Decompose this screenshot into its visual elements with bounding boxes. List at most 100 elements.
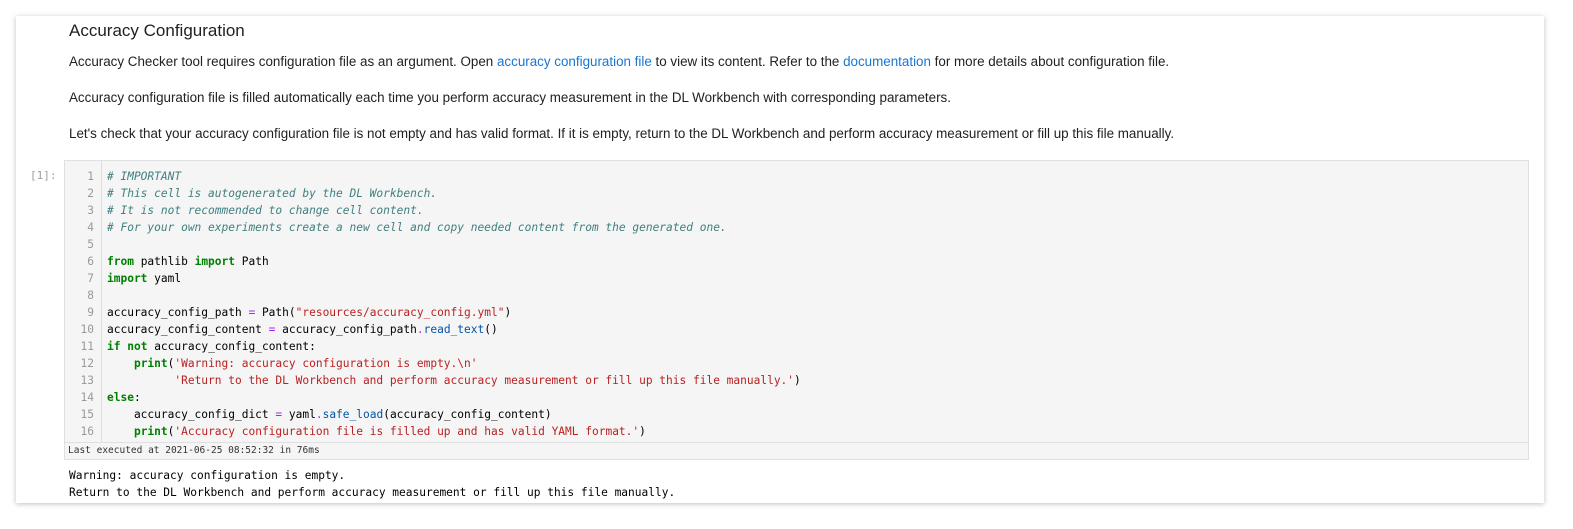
line-number: 5 bbox=[87, 238, 94, 251]
output-line: Warning: accuracy configuration is empty… bbox=[69, 469, 346, 482]
code-text: # IMPORTANT bbox=[107, 168, 181, 185]
code-line[interactable]: 12 print('Warning: accuracy configuratio… bbox=[65, 355, 1528, 372]
code-line[interactable]: 7 import yaml bbox=[65, 270, 1528, 287]
code-line[interactable]: 6 from pathlib import Path bbox=[65, 253, 1528, 270]
line-number: 10 bbox=[80, 323, 94, 336]
notebook-panel: Accuracy Configuration Accuracy Checker … bbox=[16, 16, 1544, 503]
code-token: import bbox=[194, 255, 235, 268]
code-token: # It is not recommended to change cell c… bbox=[107, 204, 424, 217]
line-number: 15 bbox=[80, 408, 94, 421]
code-token: 'Accuracy configuration file is filled u… bbox=[174, 425, 640, 438]
code-line[interactable]: 16 print('Accuracy configuration file is… bbox=[65, 423, 1528, 440]
code-token: # This cell is autogenerated by the DL W… bbox=[107, 187, 438, 200]
para-text: for more details about configuration fil… bbox=[930, 54, 1170, 69]
code-line[interactable]: 4 # For your own experiments create a new… bbox=[65, 219, 1528, 236]
code-token: # For your own experiments create a new … bbox=[107, 221, 727, 234]
line-number: 16 bbox=[80, 425, 94, 438]
code-token: ) bbox=[504, 306, 512, 319]
line-number: 9 bbox=[87, 306, 94, 319]
code-text: 'Return to the DL Workbench and perform … bbox=[107, 372, 801, 389]
accuracy-config-file-link[interactable]: accuracy configuration file bbox=[497, 54, 652, 69]
line-number: 12 bbox=[80, 357, 94, 370]
section-heading: Accuracy Configuration bbox=[69, 21, 245, 40]
code-text: accuracy_config_content = accuracy_confi… bbox=[107, 321, 498, 338]
code-line[interactable]: 10 accuracy_config_content = accuracy_con… bbox=[65, 321, 1528, 338]
code-text: # It is not recommended to change cell c… bbox=[107, 202, 424, 219]
markdown-paragraph-check: Let's check that your accuracy configura… bbox=[69, 126, 1175, 141]
cell-output: Warning: accuracy configuration is empty… bbox=[69, 467, 675, 501]
code-token: accuracy_config_dict bbox=[107, 408, 276, 421]
code-editor[interactable]: 1 # IMPORTANT 2 # This cell is autogenerate… bbox=[64, 160, 1529, 443]
code-token: (accuracy_config_content) bbox=[383, 408, 552, 421]
code-token: import bbox=[107, 272, 148, 285]
code-line[interactable]: 13 'Return to the DL Workbench and perfo… bbox=[65, 372, 1528, 389]
code-token: ) bbox=[794, 374, 801, 387]
execution-count-prompt: [1]: bbox=[30, 169, 57, 182]
code-token: Path bbox=[235, 255, 269, 268]
line-number: 3 bbox=[87, 204, 94, 217]
code-token: else bbox=[107, 391, 134, 404]
para-text: to view its content. Refer to the bbox=[651, 54, 844, 69]
code-text: import yaml bbox=[107, 270, 181, 287]
code-text: accuracy_config_path = Path("resources/a… bbox=[107, 304, 511, 321]
output-line: Return to the DL Workbench and perform a… bbox=[69, 486, 676, 499]
line-number: 13 bbox=[80, 374, 94, 387]
execution-status: Last executed at 2021-06-25 08:52:32 in … bbox=[64, 443, 1529, 460]
code-text: if not accuracy_config_content: bbox=[107, 338, 316, 355]
code-text: print('Warning: accuracy configuration i… bbox=[107, 355, 478, 372]
code-line[interactable]: 1 # IMPORTANT bbox=[65, 168, 1528, 185]
markdown-paragraph-intro: Accuracy Checker tool requires configura… bbox=[69, 54, 1169, 69]
line-number: 2 bbox=[87, 187, 94, 200]
code-line[interactable]: 2 # This cell is autogenerated by the DL … bbox=[65, 185, 1528, 202]
code-text: # This cell is autogenerated by the DL W… bbox=[107, 185, 437, 202]
code-text: # For your own experiments create a new … bbox=[107, 219, 727, 236]
code-token: pathlib bbox=[133, 255, 195, 268]
code-line[interactable]: 14 else: bbox=[65, 389, 1528, 406]
code-token: accuracy_config_path bbox=[107, 306, 249, 319]
code-token: accuracy_config_content: bbox=[147, 340, 316, 353]
line-number: 6 bbox=[87, 255, 94, 268]
code-text: accuracy_config_dict = yaml.safe_load(ac… bbox=[107, 406, 552, 423]
code-token: () bbox=[484, 323, 498, 336]
para-text: Accuracy Checker tool requires configura… bbox=[69, 54, 497, 69]
code-lines: 1 # IMPORTANT 2 # This cell is autogenerate… bbox=[65, 168, 1528, 440]
code-token: . bbox=[315, 408, 323, 421]
code-line[interactable]: 8 bbox=[65, 287, 1528, 304]
code-token: not bbox=[127, 340, 148, 353]
code-token: # IMPORTANT bbox=[107, 170, 182, 183]
code-line[interactable]: 5 bbox=[65, 236, 1528, 253]
code-line[interactable]: 15 accuracy_config_dict = yaml.safe_load… bbox=[65, 406, 1528, 423]
code-token: print bbox=[133, 425, 168, 438]
code-token: ) bbox=[639, 425, 646, 438]
code-token: yaml bbox=[282, 408, 316, 421]
line-number: 11 bbox=[80, 340, 94, 353]
code-line[interactable]: 3 # It is not recommended to change cell … bbox=[65, 202, 1528, 219]
code-text: from pathlib import Path bbox=[107, 253, 269, 270]
markdown-paragraph-auto: Accuracy configuration file is filled au… bbox=[69, 90, 951, 105]
code-token: 'Warning: accuracy configuration is empt… bbox=[174, 357, 478, 370]
code-token: . bbox=[416, 323, 424, 336]
code-token: from bbox=[107, 255, 134, 268]
line-number: 14 bbox=[80, 391, 94, 404]
code-line[interactable]: 9 accuracy_config_path = Path("resources/… bbox=[65, 304, 1528, 321]
code-token: read_text bbox=[423, 323, 485, 336]
line-number: 4 bbox=[87, 221, 94, 234]
code-token: 'Return to the DL Workbench and perform … bbox=[174, 374, 795, 387]
code-token: safe_load bbox=[322, 408, 384, 421]
code-token: "resources/accuracy_config.yml" bbox=[295, 306, 505, 319]
line-number: 7 bbox=[87, 272, 94, 285]
code-token: accuracy_config_path bbox=[275, 323, 417, 336]
code-token: if bbox=[107, 340, 121, 353]
line-number: 8 bbox=[87, 289, 94, 302]
code-token: yaml bbox=[147, 272, 182, 285]
code-token: : bbox=[133, 391, 141, 404]
documentation-link[interactable]: documentation bbox=[843, 54, 931, 69]
code-text: else: bbox=[107, 389, 141, 406]
line-number: 1 bbox=[87, 170, 94, 183]
code-token: accuracy_config_content bbox=[107, 323, 269, 336]
code-line[interactable]: 11 if not accuracy_config_content: bbox=[65, 338, 1528, 355]
code-token: print bbox=[133, 357, 168, 370]
